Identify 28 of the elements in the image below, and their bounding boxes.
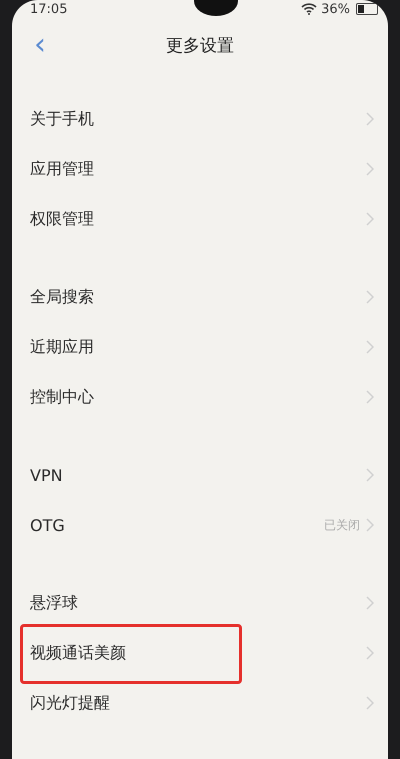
status-value: 已关闭 [324, 516, 360, 534]
settings-row[interactable]: 权限管理 [12, 194, 388, 244]
chevron-icon [366, 212, 374, 226]
settings-row[interactable]: 控制中心 [12, 372, 388, 422]
status-time: 17:05 [30, 2, 68, 16]
battery-percent: 36% [321, 2, 350, 16]
chevron-icon [366, 340, 374, 354]
chevron-icon [366, 518, 374, 532]
chevron-icon [366, 112, 374, 126]
settings-row[interactable]: 悬浮球 [12, 578, 388, 628]
chevron-icon [366, 162, 374, 176]
settings-row[interactable]: 应用管理 [12, 144, 388, 194]
settings-row[interactable]: 闪光灯提醒 [12, 678, 388, 728]
chevron-icon [366, 468, 374, 482]
chevron-icon [366, 390, 374, 404]
battery-icon [356, 3, 378, 15]
chevron-icon [366, 290, 374, 304]
settings-row[interactable]: 全局搜索 [12, 272, 388, 322]
chevron-icon [366, 646, 374, 660]
settings-row[interactable]: OTG 已关闭 [12, 500, 388, 550]
page-title: 更多设置 [166, 34, 234, 56]
settings-row[interactable]: 关于手机 [12, 94, 388, 144]
settings-row[interactable]: VPN [12, 450, 388, 500]
wifi-icon [301, 3, 318, 15]
settings-row[interactable]: 视频通话美颜 [12, 628, 388, 678]
settings-row[interactable]: 近期应用 [12, 322, 388, 372]
chevron-icon [366, 596, 374, 610]
chevron-icon [366, 696, 374, 710]
